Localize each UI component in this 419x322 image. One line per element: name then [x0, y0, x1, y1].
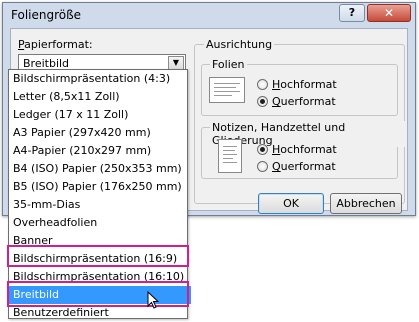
landscape-page-icon — [209, 77, 245, 103]
portrait-page-icon — [218, 139, 242, 173]
list-item[interactable]: A3 Papier (297x420 mm) — [9, 124, 191, 142]
notes-portrait-label[interactable]: Hochformat — [272, 143, 337, 156]
list-item[interactable]: Bildschirmpräsentation (4:3) — [9, 70, 191, 88]
dialog-title: Foliengröße — [11, 8, 82, 22]
mouse-pointer-icon — [147, 291, 159, 309]
list-item[interactable]: Ledger (17 x 11 Zoll) — [9, 106, 191, 124]
list-item[interactable]: B5 (ISO) Papier (176x250 mm) — [9, 178, 191, 196]
notes-landscape-label[interactable]: Querformat — [272, 160, 336, 173]
notes-landscape-radio[interactable] — [257, 161, 268, 172]
help-button[interactable]: ? — [339, 4, 365, 22]
close-icon: ✕ — [383, 6, 395, 20]
slides-landscape-radio[interactable] — [257, 96, 268, 107]
notes-portrait-radio[interactable] — [257, 144, 268, 155]
close-button[interactable]: ✕ — [367, 4, 411, 22]
chevron-down-icon[interactable]: ▼ — [168, 56, 184, 70]
highlight-box-breitbild — [7, 281, 189, 307]
ok-button[interactable]: OK — [258, 193, 324, 214]
orientation-group-label: Ausrichtung — [204, 38, 275, 51]
title-bar[interactable]: Foliengröße ? ✕ — [3, 3, 415, 27]
slides-landscape-label[interactable]: Querformat — [272, 95, 336, 108]
highlight-box-16-9 — [7, 245, 189, 267]
slides-portrait-label[interactable]: Hochformat — [272, 78, 337, 91]
list-item[interactable]: A4-Papier (210x297 mm) — [9, 142, 191, 160]
list-item[interactable]: B4 (ISO) Papier (250x353 mm) — [9, 160, 191, 178]
slides-group-label: Folien — [210, 58, 247, 71]
list-item[interactable]: Overheadfolien — [9, 214, 191, 232]
list-item[interactable]: 35-mm-Dias — [9, 196, 191, 214]
paper-format-label: Papierformat: — [18, 38, 93, 51]
cancel-button[interactable]: Abbrechen — [330, 193, 402, 214]
slides-portrait-radio[interactable] — [257, 79, 268, 90]
list-item[interactable]: Letter (8,5x11 Zoll) — [9, 88, 191, 106]
